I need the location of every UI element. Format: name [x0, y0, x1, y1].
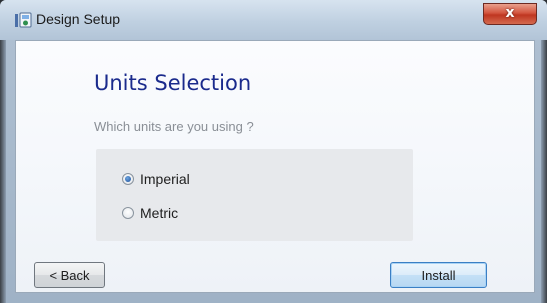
install-button[interactable]: Install — [390, 262, 487, 288]
close-button[interactable]: x — [483, 3, 537, 25]
radio-label-imperial[interactable]: Imperial — [140, 171, 190, 187]
radio-option-metric[interactable]: Metric — [122, 203, 178, 223]
radio-button-imperial[interactable] — [122, 173, 134, 185]
window-frame-right — [541, 0, 547, 303]
close-icon: x — [505, 5, 515, 21]
title-bar[interactable]: Design Setup x — [0, 0, 547, 40]
radio-option-imperial[interactable]: Imperial — [122, 169, 190, 189]
setup-window: Design Setup x Units Selection Which uni… — [0, 0, 547, 303]
window-title: Design Setup — [36, 11, 121, 27]
page-subtitle: Which units are you using ? — [94, 119, 254, 134]
units-options-panel: Imperial Metric — [96, 149, 413, 241]
window-frame-left — [0, 0, 6, 303]
installer-app-icon — [15, 12, 32, 28]
back-button[interactable]: < Back — [34, 262, 105, 288]
radio-label-metric[interactable]: Metric — [140, 205, 178, 221]
radio-button-metric[interactable] — [122, 207, 134, 219]
dialog-content: Units Selection Which units are you usin… — [15, 40, 535, 293]
page-title: Units Selection — [94, 71, 252, 95]
